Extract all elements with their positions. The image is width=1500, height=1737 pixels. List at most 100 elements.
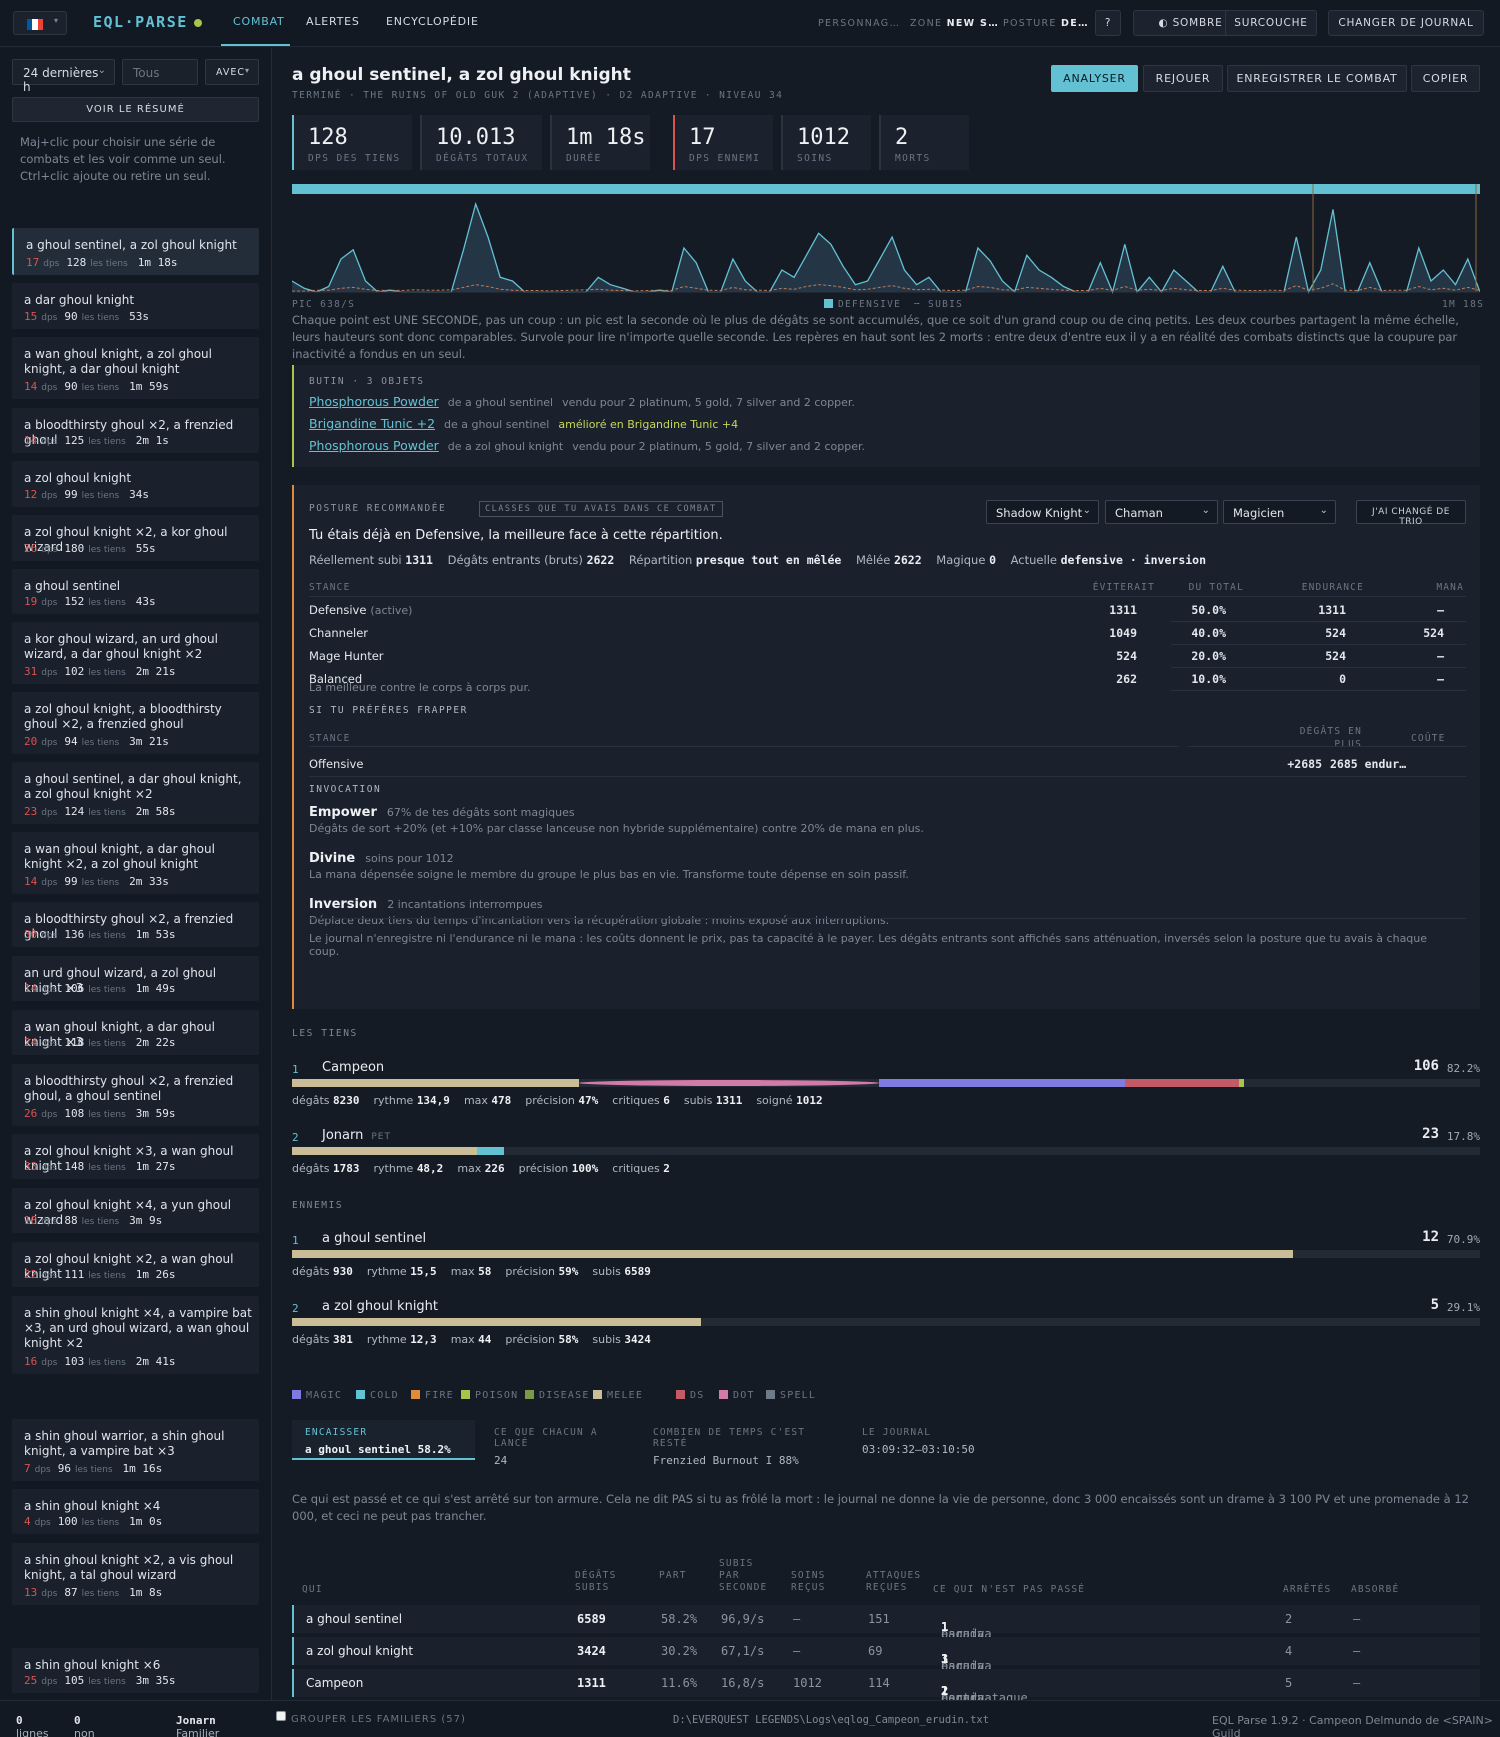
hit-cost: 2685 endur… — [1330, 757, 1407, 771]
tab-combat[interactable]: COMBAT — [233, 15, 285, 28]
tab-alertes[interactable]: ALERTES — [306, 15, 360, 28]
chevron-down-icon: ⌄ — [1201, 505, 1210, 516]
overlay-button[interactable]: SURCOUCHE — [1225, 10, 1317, 36]
entity-name-label: a zol ghoul knight — [322, 1299, 439, 1314]
fight-item[interactable]: a shin ghoul knight ×2, a vis ghoul knig… — [12, 1543, 259, 1605]
analyze-button[interactable]: ANALYSER — [1051, 65, 1138, 92]
class-select-1[interactable]: Shadow Knight ⌄ — [986, 500, 1099, 524]
fight-name: a shin ghoul knight ×4 — [24, 1499, 161, 1513]
fight-item[interactable]: a bloodthirsty ghoul ×2, a frenzied ghou… — [12, 1064, 259, 1126]
stance-value: — — [1437, 603, 1444, 617]
damage-timeline-chart[interactable] — [292, 184, 1480, 294]
fight-dps-label: dps — [41, 808, 58, 818]
posture-selector[interactable]: POSTURE DE… — [1003, 18, 1089, 29]
ennemis-title: ENNEMIS — [292, 1200, 344, 1211]
fight-item[interactable]: a zol ghoul knight ×2, a kor ghoul wizar… — [12, 515, 259, 561]
table-row[interactable]: Campeon 1311 11.6% 16,8/s 1012 114 contraataqu… — [292, 1669, 1480, 1705]
fight-item[interactable]: an urd ghoul wizard, a zol ghoul knight … — [12, 956, 259, 1001]
stat-value: 930 — [333, 1265, 353, 1278]
fight-item[interactable]: a ghoul sentinel, a zol ghoul knight 17 dp… — [12, 228, 259, 275]
loot-item-link[interactable]: Phosphorous Powder — [309, 394, 439, 409]
entity-name[interactable]: Jonarn PET — [322, 1128, 391, 1143]
poison-swatch-icon — [461, 1390, 470, 1399]
change-log-button[interactable]: CHANGER DE JOURNAL — [1328, 10, 1484, 36]
class-select-3[interactable]: Magicien ⌄ — [1223, 500, 1336, 524]
stat-value: 47% — [578, 1094, 599, 1107]
stat-card: 10.013 DÉGÂTS TOTAUX — [420, 115, 542, 170]
fight-item[interactable]: a zol ghoul knight 12 dps 99 les tiens 34s — [12, 461, 259, 507]
fight-stats: 14 dps 99 les tiens 2m 33s — [24, 875, 169, 888]
fight-tiens-label: les tiens — [88, 1039, 126, 1049]
stance-value: 524 — [1325, 649, 1346, 663]
avec-select[interactable]: AVEC ▾ — [205, 59, 259, 85]
fight-tiens-label: les tiens — [88, 808, 126, 818]
entity-dps: 23 — [1422, 1126, 1439, 1142]
fight-tiens: 87 — [64, 1586, 78, 1599]
bottom-tab[interactable]: CE QUE CHACUN A LANCÉ 24 — [481, 1420, 634, 1467]
fight-dps: 26 — [24, 1107, 38, 1120]
bottom-tab[interactable]: COMBIEN DE TEMPS C'EST RESTÉ Frenzied Bur… — [640, 1420, 843, 1467]
resume-button[interactable]: VOIR LE RÉSUMÉ — [12, 97, 259, 122]
fight-tiens-label: les tiens — [88, 668, 126, 678]
fight-item[interactable]: a ghoul sentinel 19 dps 152 les tiens 43s — [12, 569, 259, 614]
fight-item[interactable]: a shin ghoul knight ×6 25 dps 105 les tiens 3… — [12, 1648, 259, 1693]
fight-dps-label: dps — [41, 985, 58, 995]
fight-item[interactable]: a bloodthirsty ghoul ×2, a frenzied ghou… — [12, 408, 259, 453]
fight-item[interactable]: a shin ghoul warrior, a shin ghoul knigh… — [12, 1419, 259, 1481]
posture-facts: Réellement subi 1311 Dégâts entrants (br… — [309, 553, 1207, 567]
row-stopped: 5 — [1285, 1676, 1293, 1690]
copy-button[interactable]: COPIER — [1411, 65, 1480, 92]
stat-value: 2 — [895, 125, 909, 150]
tab-encyclopedie[interactable]: ENCYCLOPÉDIE — [386, 15, 479, 28]
fight-tiens-label: les tiens — [88, 1163, 126, 1173]
fight-item[interactable]: a zol ghoul knight ×3, a wan ghoul knigh… — [12, 1134, 259, 1179]
fight-stats: 31 dps 102 les tiens 2m 21s — [24, 665, 176, 678]
fight-item[interactable]: a zol ghoul knight ×4, a yun ghoul wizar… — [12, 1188, 259, 1233]
entity-name[interactable]: a ghoul sentinel — [322, 1231, 426, 1246]
fight-dps: 14 — [24, 380, 38, 393]
group-familiers-checkbox[interactable] — [276, 1711, 286, 1721]
entity-name[interactable]: Campeon — [322, 1060, 384, 1075]
fight-tiens-label: les tiens — [88, 985, 126, 995]
class-select-2[interactable]: Chaman ⌄ — [1105, 500, 1218, 524]
personnage-selector[interactable]: PERSONNAG… — [818, 18, 900, 29]
fight-item[interactable]: a wan ghoul knight, a dar ghoul knight ×… — [12, 832, 259, 894]
language-selector[interactable]: ▾ — [13, 11, 67, 35]
zone-selector[interactable]: ZONE NEW S… — [910, 18, 999, 29]
bottom-tab[interactable]: ENCAISSER a ghoul sentinel 58.2% — [292, 1420, 475, 1460]
fight-item[interactable]: a kor ghoul wizard, an urd ghoul wizard,… — [12, 622, 259, 684]
bottom-tab[interactable]: LE JOURNAL 03:09:32–03:10:50 — [849, 1420, 1029, 1460]
loot-item-link[interactable]: Phosphorous Powder — [309, 438, 439, 453]
loot-item-link[interactable]: Brigandine Tunic +2 — [309, 416, 435, 431]
time-filter-select[interactable]: 24 dernières h ⌄ — [12, 59, 115, 94]
stance-name: Defensive (active) — [309, 603, 412, 617]
replay-button[interactable]: REJOUER — [1143, 65, 1223, 92]
fight-item[interactable]: a shin ghoul knight ×4, a vampire bat ×3… — [12, 1296, 259, 1374]
damage-type-name: MELEE — [607, 1390, 644, 1401]
loot-title: BUTIN · 3 OBJETS — [309, 376, 425, 387]
fight-item[interactable]: a ghoul sentinel, a dar ghoul knight, a … — [12, 762, 259, 824]
damage-type-legend: FIRE — [411, 1390, 454, 1401]
help-button[interactable]: ? — [1095, 10, 1121, 36]
fight-dps-label: dps — [41, 491, 58, 501]
fight-item[interactable]: a zol ghoul knight ×2, a wan ghoul knigh… — [12, 1242, 259, 1287]
fight-duration: 43s — [135, 595, 156, 608]
entity-name[interactable]: a zol ghoul knight — [322, 1299, 438, 1314]
table-row[interactable]: a ghoul sentinel 6589 58.2% 96,9/s —151 parad… — [292, 1605, 1480, 1641]
fight-tiens-label: les tiens — [81, 491, 120, 501]
table-row[interactable]: a zol ghoul knight 3424 30.2% 67,1/s —69 para… — [292, 1637, 1480, 1673]
fight-item[interactable]: a zol ghoul knight, a bloodthirsty ghoul… — [12, 692, 259, 754]
fight-item[interactable]: a bloodthirsty ghoul ×2, a frenzied ghou… — [12, 902, 259, 947]
stat-value: 15,5 — [410, 1265, 437, 1278]
fight-item[interactable]: a wan ghoul knight, a dar ghoul knight ×… — [12, 1010, 259, 1055]
fight-item[interactable]: a dar ghoul knight 15 dps 90 les tiens 53s — [12, 283, 259, 329]
hit-stance: Offensive — [309, 757, 364, 771]
save-fight-button[interactable]: ENREGISTRER LE COMBAT — [1227, 65, 1407, 92]
stat-value: 58% — [558, 1333, 579, 1346]
fight-item[interactable]: a wan ghoul knight, a zol ghoul knight, … — [12, 337, 259, 399]
change-trio-button[interactable]: J'AI CHANGÉ DE TRIO — [1356, 500, 1466, 527]
stance-col-header: ÉVITERAIT — [1092, 582, 1155, 593]
filter-input[interactable]: Tous — [122, 59, 198, 85]
chevron-down-icon: ⌄ — [1082, 505, 1091, 516]
fight-item[interactable]: a shin ghoul knight ×4 4 dps 100 les tiens 1m… — [12, 1489, 259, 1534]
